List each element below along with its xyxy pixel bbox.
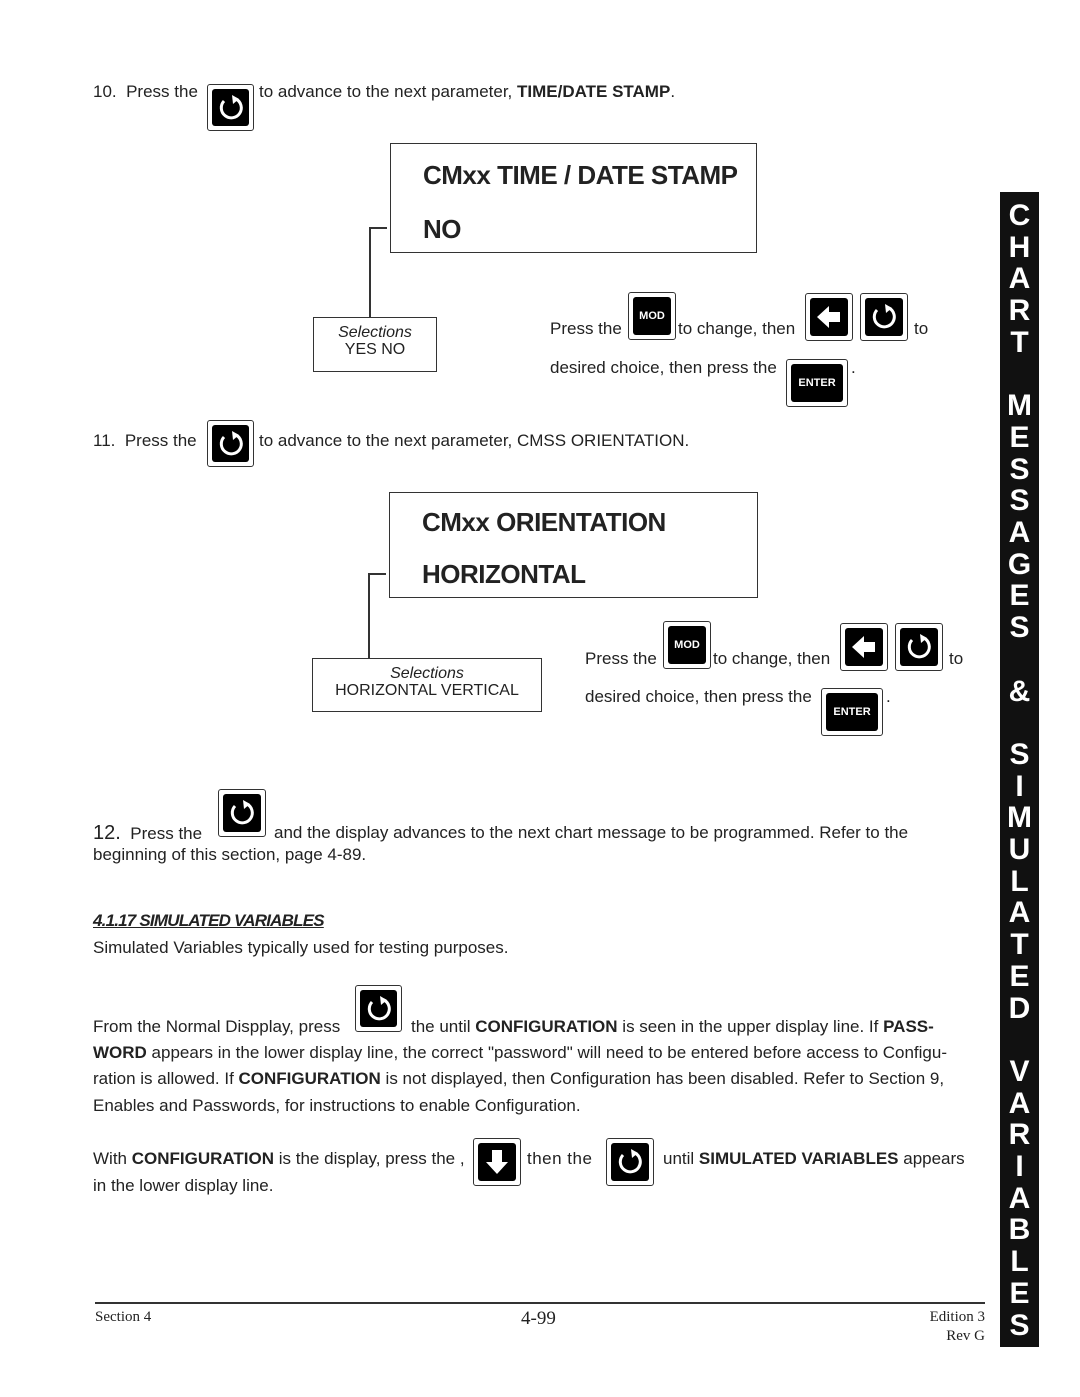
footer-rule bbox=[95, 1302, 985, 1304]
manual-page: 10. Press the to advance to the next par… bbox=[0, 0, 1080, 1397]
left-arrow-key-icon bbox=[805, 293, 853, 341]
mod-key: MOD bbox=[663, 621, 711, 669]
para-text: WORD appears in the lower display line, … bbox=[93, 1043, 947, 1062]
side-tab-letter: L bbox=[1010, 1245, 1029, 1279]
side-tab-letter: M bbox=[1007, 389, 1032, 423]
display-time-date-stamp: CMxx TIME / DATE STAMP NO bbox=[390, 143, 757, 253]
footer-edition: Edition 3 bbox=[929, 1309, 985, 1325]
step-11: 11. Press the bbox=[93, 431, 197, 450]
para-text: until SIMULATED VARIABLES appears bbox=[663, 1149, 965, 1168]
side-tab-letter: V bbox=[1009, 1054, 1030, 1088]
instr-text: desired choice, then press the bbox=[550, 358, 777, 377]
side-tab-letter: A bbox=[1008, 516, 1031, 549]
side-tab-letter: & bbox=[1008, 674, 1031, 708]
side-tab-letter: S bbox=[1009, 737, 1030, 771]
section-heading: 4.1.17 SIMULATED VARIABLES bbox=[93, 911, 325, 930]
side-tab-letter: R bbox=[1008, 294, 1031, 328]
step-12-text: and the display advances to the next cha… bbox=[274, 823, 909, 842]
instr-text: Press the bbox=[550, 319, 622, 338]
para-text: From the Normal Dispplay, press bbox=[93, 1017, 341, 1036]
side-tab-letter: H bbox=[1008, 230, 1031, 264]
side-tab-letter: A bbox=[1008, 1086, 1031, 1120]
down-arrow-key-icon bbox=[473, 1138, 521, 1186]
para-text: Enables and Passwords, for instructions … bbox=[93, 1096, 581, 1115]
scroll-key-icon bbox=[218, 789, 266, 837]
step-10-text: to advance to the next parameter, TIME/D… bbox=[259, 82, 676, 101]
side-tab-letter: S bbox=[1009, 1308, 1030, 1342]
side-tab-letter: E bbox=[1009, 959, 1030, 993]
enter-key: ENTER bbox=[786, 359, 848, 407]
side-tab-letter: E bbox=[1009, 420, 1030, 454]
para-text: ration is allowed. If CONFIGURATION is n… bbox=[93, 1069, 945, 1088]
period: . bbox=[886, 687, 891, 706]
side-tab-letter: L bbox=[1010, 864, 1029, 898]
scroll-key-icon bbox=[860, 293, 908, 341]
scroll-key-icon bbox=[355, 985, 402, 1032]
left-arrow-key-icon bbox=[840, 623, 888, 671]
side-tab-letter: B bbox=[1008, 1213, 1031, 1247]
side-tab-letter: A bbox=[1008, 896, 1031, 930]
period: . bbox=[851, 358, 856, 377]
instr-text: desired choice, then press the bbox=[585, 687, 812, 706]
scroll-key-icon bbox=[606, 1138, 654, 1186]
side-tab-letter: S bbox=[1009, 484, 1030, 518]
side-tab-letter: U bbox=[1008, 833, 1031, 866]
step-12-text: beginning of this section, page 4-89. bbox=[93, 845, 367, 864]
scroll-key-icon bbox=[895, 623, 943, 671]
scroll-key-icon bbox=[207, 84, 254, 131]
mod-key: MOD bbox=[628, 292, 676, 340]
step-12: 12. Press the bbox=[93, 822, 203, 844]
selections-box-1: Selections YES NO bbox=[313, 317, 437, 372]
instr-text: to bbox=[949, 649, 964, 668]
side-tab: C H A R T M E S S A G E S & S I M U L A T E D V A R I A B L E S bbox=[1000, 192, 1039, 1347]
side-tab-letter: S bbox=[1009, 611, 1030, 645]
instr-text: Press the bbox=[585, 649, 657, 668]
enter-key: ENTER bbox=[821, 688, 883, 736]
section-intro: Simulated Variables typically used for t… bbox=[93, 938, 509, 957]
para-text: With CONFIGURATION is the display, press… bbox=[93, 1149, 465, 1168]
para-text: then the bbox=[527, 1149, 593, 1168]
page-number: 4-99 bbox=[521, 1308, 556, 1329]
instr-text: to bbox=[914, 319, 929, 338]
side-tab-letter: R bbox=[1008, 1118, 1031, 1152]
side-tab-letter: S bbox=[1009, 452, 1030, 486]
side-tab-letter: G bbox=[1007, 547, 1032, 581]
para-text: the until CONFIGURATION is seen in the u… bbox=[411, 1017, 934, 1036]
side-tab-letter: A bbox=[1008, 1181, 1031, 1215]
side-tab-letter: C bbox=[1008, 199, 1031, 232]
side-tab-letter: A bbox=[1008, 262, 1031, 296]
para-text: in the lower display line. bbox=[93, 1176, 274, 1195]
side-tab-letter: D bbox=[1008, 991, 1031, 1025]
side-tab-letter: T bbox=[1010, 928, 1029, 962]
side-tab-letter: I bbox=[1015, 769, 1024, 803]
side-tab-letter: I bbox=[1015, 1150, 1024, 1183]
display-orientation: CMxx ORIENTATION HORIZONTAL bbox=[389, 492, 758, 598]
instr-text: to change, then bbox=[678, 319, 796, 338]
selections-box-2: Selections HORIZONTAL VERTICAL bbox=[312, 658, 542, 712]
step-11-text: to advance to the next parameter, CMSS O… bbox=[259, 431, 690, 450]
side-tab-letter: M bbox=[1007, 801, 1032, 835]
side-tab-letter: E bbox=[1009, 579, 1030, 613]
instr-text: to change, then bbox=[713, 649, 831, 668]
step-10: 10. Press the bbox=[93, 82, 198, 101]
footer-section: Section 4 bbox=[95, 1309, 152, 1325]
scroll-key-icon bbox=[207, 420, 254, 467]
side-tab-letter: E bbox=[1009, 1276, 1030, 1310]
footer-rev: Rev G bbox=[946, 1328, 985, 1344]
side-tab-letter: T bbox=[1010, 325, 1029, 359]
